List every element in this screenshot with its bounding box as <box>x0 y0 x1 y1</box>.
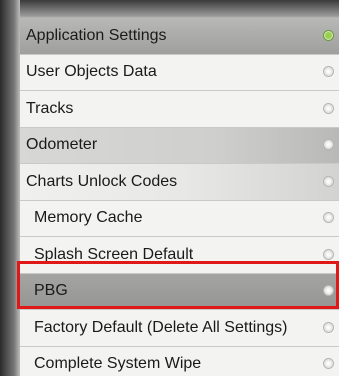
menu-item-label: Application Settings <box>26 26 167 44</box>
menu-item-label: Tracks <box>26 99 74 117</box>
menu-item-factory-default[interactable]: Factory Default (Delete All Settings) <box>20 310 339 347</box>
radio-icon[interactable] <box>323 212 334 224</box>
radio-icon[interactable] <box>323 139 334 151</box>
settings-menu-list: Application Settings User Objects Data T… <box>20 18 339 376</box>
radio-icon[interactable] <box>323 66 334 78</box>
menu-item-label: Charts Unlock Codes <box>26 172 178 190</box>
device-bezel-left <box>0 0 20 376</box>
menu-item-memory-cache[interactable]: Memory Cache <box>20 200 339 237</box>
radio-icon[interactable] <box>323 102 334 114</box>
radio-icon[interactable] <box>323 285 334 297</box>
menu-item-odometer[interactable]: Odometer <box>20 127 339 164</box>
menu-item-splash-screen-default[interactable]: Splash Screen Default <box>20 237 339 274</box>
menu-item-label: User Objects Data <box>26 63 157 81</box>
menu-item-tracks[interactable]: Tracks <box>20 91 339 128</box>
radio-icon[interactable] <box>323 175 334 187</box>
menu-item-label: Memory Cache <box>34 209 143 227</box>
radio-selected-icon[interactable] <box>323 29 334 41</box>
menu-item-label: Splash Screen Default <box>34 245 194 263</box>
menu-item-label: Complete System Wipe <box>34 355 202 373</box>
menu-item-user-objects-data[interactable]: User Objects Data <box>20 54 339 91</box>
menu-item-label: Odometer <box>26 136 98 154</box>
radio-icon[interactable] <box>323 321 334 333</box>
menu-item-label: Factory Default (Delete All Settings) <box>34 318 288 336</box>
device-bezel-top <box>0 0 339 20</box>
menu-item-pbg[interactable]: PBG <box>20 273 339 310</box>
menu-item-charts-unlock-codes[interactable]: Charts Unlock Codes <box>20 164 339 201</box>
radio-icon[interactable] <box>323 248 334 260</box>
menu-item-application-settings[interactable]: Application Settings <box>20 18 339 55</box>
device-screen: Application Settings User Objects Data T… <box>0 0 339 376</box>
menu-item-complete-system-wipe[interactable]: Complete System Wipe <box>20 346 339 376</box>
radio-icon[interactable] <box>323 358 334 370</box>
menu-item-label: PBG <box>34 282 68 300</box>
